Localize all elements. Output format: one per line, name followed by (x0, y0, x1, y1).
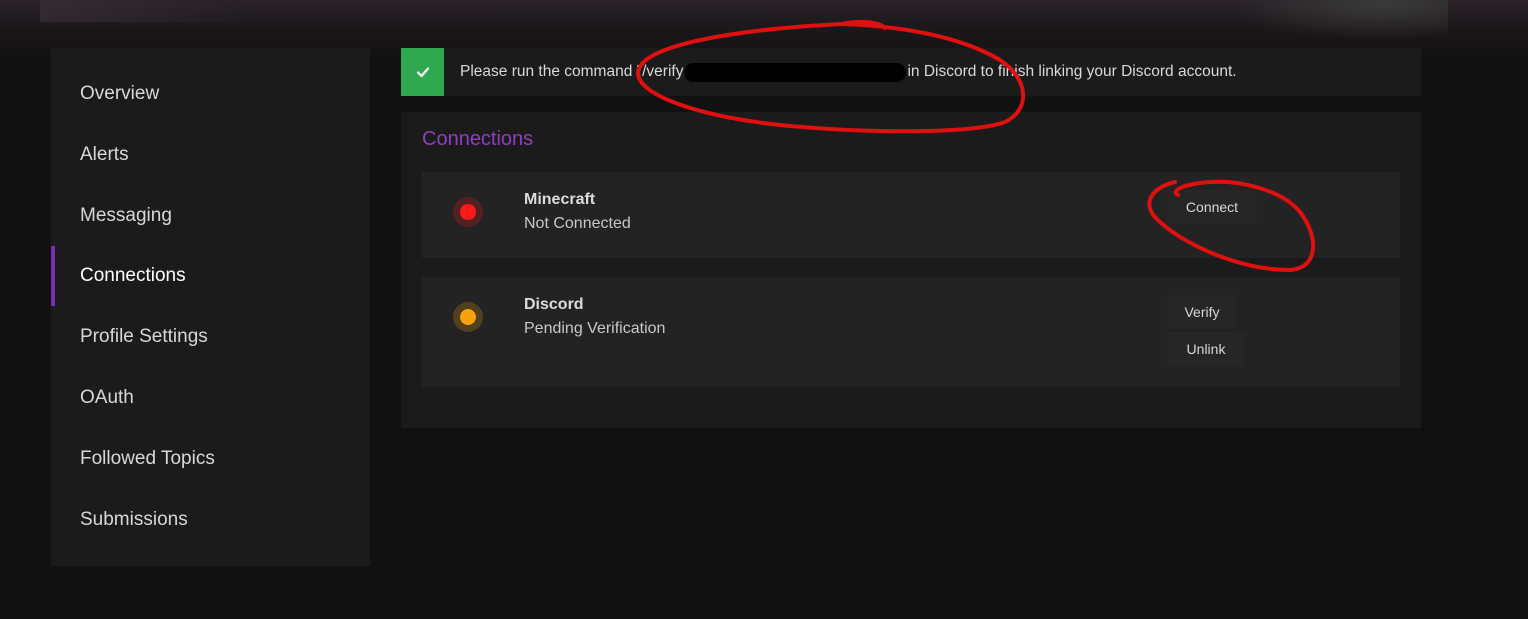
alert-text-after: in Discord to finish linking your Discor… (907, 63, 1237, 80)
banner-texture-left (40, 0, 240, 22)
connection-card-discord: Discord Pending Verification Verify Unli… (422, 277, 1400, 387)
sidebar-item-label: OAuth (80, 387, 134, 408)
verify-button[interactable]: Verify (1167, 295, 1237, 329)
connection-name: Minecraft (524, 191, 596, 208)
sidebar-item-label: Overview (80, 83, 160, 104)
check-icon (401, 48, 444, 96)
sidebar-item-label: Followed Topics (80, 448, 215, 469)
connection-card-minecraft: Minecraft Not Connected Connect (422, 172, 1400, 258)
redacted-code (684, 62, 907, 82)
verification-alert: Please run the command "/verify in Discor… (401, 48, 1421, 96)
connections-panel: Connections Minecraft Not Connected Conn… (401, 112, 1421, 428)
panel-title: Connections (422, 128, 534, 150)
sidebar-item-oauth[interactable]: OAuth (51, 368, 370, 428)
unlink-button[interactable]: Unlink (1167, 332, 1245, 366)
status-indicator-icon (453, 302, 483, 332)
sidebar-item-profile-settings[interactable]: Profile Settings (51, 307, 370, 367)
status-dot-inner (460, 204, 476, 220)
sidebar-item-followed-topics[interactable]: Followed Topics (51, 429, 370, 489)
sidebar-item-overview[interactable]: Overview (51, 64, 370, 124)
sidebar-item-alerts[interactable]: Alerts (51, 125, 370, 185)
alert-message: Please run the command "/verify in Discor… (460, 62, 1237, 82)
sidebar-item-label: Messaging (80, 205, 172, 226)
connection-name: Discord (524, 296, 584, 313)
sidebar-item-label: Profile Settings (80, 326, 208, 347)
sidebar-item-submissions[interactable]: Submissions (51, 490, 370, 550)
sidebar-item-label: Submissions (80, 509, 188, 530)
status-indicator-icon (453, 197, 483, 227)
sidebar-item-connections[interactable]: Connections (51, 246, 370, 306)
sidebar-item-label: Alerts (80, 144, 129, 165)
connect-button[interactable]: Connect (1167, 190, 1257, 224)
status-dot-inner (460, 309, 476, 325)
connection-status: Pending Verification (524, 320, 666, 337)
settings-sidebar: Overview Alerts Messaging Connections Pr… (51, 48, 370, 566)
alert-text-before: Please run the command "/verify (460, 63, 684, 80)
sidebar-item-messaging[interactable]: Messaging (51, 186, 370, 246)
banner-texture-right (1228, 0, 1448, 40)
connection-status: Not Connected (524, 215, 631, 232)
sidebar-item-label: Connections (80, 265, 186, 286)
